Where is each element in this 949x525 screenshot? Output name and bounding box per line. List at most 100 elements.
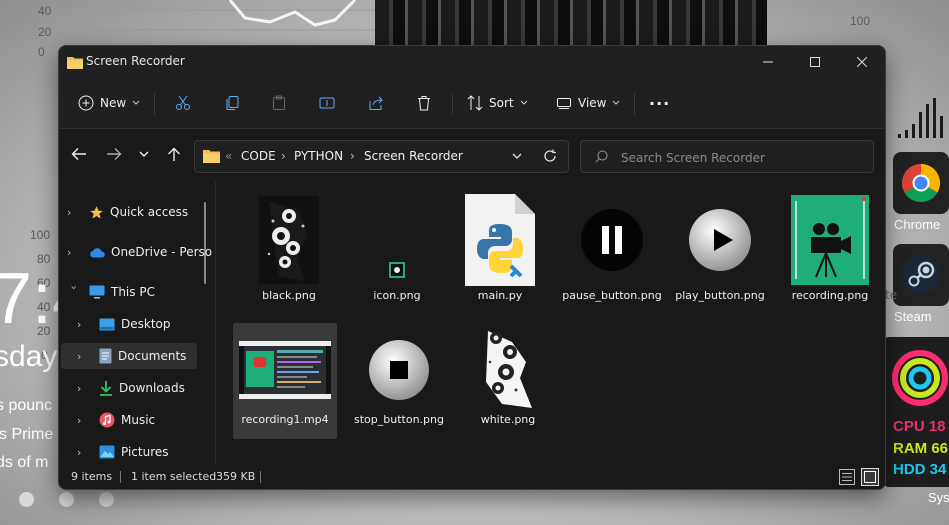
nav-item-documents[interactable]: › Documents bbox=[61, 343, 197, 369]
status-divider bbox=[120, 471, 121, 483]
new-button[interactable]: New bbox=[78, 90, 140, 116]
large-icons-view-icon[interactable] bbox=[861, 468, 879, 486]
recent-locations-chevron-icon[interactable] bbox=[139, 151, 149, 158]
breadcrumb-python[interactable]: PYTHON bbox=[294, 149, 343, 163]
chevron-right-icon[interactable]: › bbox=[67, 206, 81, 219]
file-thumbnail bbox=[448, 192, 552, 288]
address-history-chevron-icon[interactable] bbox=[512, 153, 522, 160]
file-item[interactable]: white.png bbox=[456, 323, 560, 439]
sort-button[interactable]: Sort bbox=[467, 90, 528, 116]
file-item[interactable]: play_button.png bbox=[668, 192, 772, 318]
details-view-icon[interactable] bbox=[839, 469, 855, 485]
file-item[interactable]: main.py bbox=[448, 192, 552, 318]
desktop-page-dot[interactable] bbox=[99, 492, 114, 507]
cloud-icon bbox=[90, 247, 105, 257]
chevron-right-icon[interactable]: › bbox=[77, 414, 91, 427]
view-icon bbox=[557, 98, 571, 109]
chevron-right-icon[interactable]: › bbox=[77, 318, 91, 331]
gears-black-thumbnail-icon bbox=[259, 196, 319, 284]
chevron-down-icon bbox=[520, 100, 527, 105]
chrome-shortcut[interactable] bbox=[893, 152, 949, 214]
desktop-page-dot[interactable] bbox=[19, 492, 34, 507]
back-arrow-icon[interactable] bbox=[71, 147, 87, 161]
forward-arrow-icon[interactable] bbox=[106, 147, 122, 161]
title-bar[interactable]: Screen Recorder bbox=[59, 46, 885, 78]
more-options-button[interactable]: ··· bbox=[649, 90, 670, 116]
file-name: recording1.mp4 bbox=[241, 413, 329, 426]
copy-button[interactable] bbox=[224, 90, 240, 116]
address-bar[interactable]: « CODE › PYTHON › Screen Recorder bbox=[194, 140, 569, 173]
chart-tick: 100 bbox=[30, 228, 51, 242]
sort-icon bbox=[467, 95, 483, 111]
chevron-right-icon[interactable]: › bbox=[77, 350, 91, 363]
pc-icon bbox=[89, 285, 105, 299]
breadcrumb-screen-recorder[interactable]: Screen Recorder bbox=[364, 149, 463, 163]
desktop-page-dot[interactable] bbox=[59, 492, 74, 507]
chevron-right-icon[interactable]: › bbox=[77, 382, 91, 395]
nav-item-this-pc[interactable]: › This PC bbox=[67, 279, 155, 305]
maximize-button[interactable] bbox=[792, 46, 838, 78]
view-button[interactable]: View bbox=[556, 90, 620, 116]
new-label: New bbox=[100, 96, 127, 110]
nav-item-onedrive[interactable]: › OneDrive - Perso bbox=[67, 239, 212, 265]
status-divider bbox=[260, 471, 261, 483]
steam-label: Steam bbox=[894, 309, 932, 324]
file-name: pause_button.png bbox=[562, 289, 662, 302]
search-input[interactable] bbox=[619, 141, 863, 174]
desktop-bar-graph bbox=[898, 96, 949, 138]
steam-shortcut[interactable] bbox=[893, 244, 949, 306]
nav-label: Pictures bbox=[121, 445, 169, 459]
file-name: stop_button.png bbox=[354, 413, 444, 426]
star-icon bbox=[90, 205, 103, 218]
file-item[interactable]: recording.png bbox=[778, 192, 882, 318]
file-thumbnail bbox=[237, 192, 341, 288]
minimize-icon bbox=[763, 61, 773, 63]
close-button[interactable] bbox=[839, 46, 885, 78]
file-name: recording.png bbox=[791, 289, 869, 302]
close-icon bbox=[857, 57, 867, 67]
rename-button[interactable] bbox=[319, 90, 337, 116]
nav-item-quick-access[interactable]: › Quick access bbox=[67, 199, 188, 225]
chrome-label: Chrome bbox=[894, 217, 941, 232]
search-box[interactable] bbox=[580, 140, 874, 174]
file-item[interactable]: icon.png bbox=[345, 192, 449, 318]
file-item[interactable]: pause_button.png bbox=[560, 192, 664, 318]
chevron-right-icon[interactable]: › bbox=[77, 446, 91, 459]
refresh-icon[interactable] bbox=[543, 149, 557, 163]
nav-label: This PC bbox=[111, 285, 155, 299]
share-button[interactable] bbox=[368, 90, 384, 116]
nav-item-downloads[interactable]: › Downloads bbox=[77, 375, 185, 401]
nav-item-music[interactable]: › Music bbox=[77, 407, 155, 433]
recording-small-thumbnail-icon bbox=[389, 262, 405, 278]
up-arrow-icon[interactable] bbox=[167, 147, 181, 162]
minimize-button[interactable] bbox=[745, 46, 791, 78]
file-item-selected[interactable]: recording1.mp4 bbox=[233, 323, 337, 439]
nav-item-pictures[interactable]: › Pictures bbox=[77, 439, 169, 465]
file-name: main.py bbox=[477, 289, 523, 302]
file-explorer-window: Screen Recorder New Sort View ··· « CODE… bbox=[58, 45, 886, 490]
nav-label: Documents bbox=[118, 349, 187, 363]
nav-item-desktop[interactable]: › Desktop bbox=[77, 311, 171, 337]
desktop-chart-topleft: 40 20 0 bbox=[0, 0, 60, 70]
file-item[interactable]: stop_button.png bbox=[347, 323, 451, 439]
breadcrumb-overflow[interactable]: « bbox=[225, 149, 232, 163]
status-size: 359 KB bbox=[216, 470, 256, 483]
breadcrumb-code[interactable]: CODE bbox=[241, 149, 276, 163]
paste-icon bbox=[273, 95, 285, 110]
copy-icon bbox=[226, 96, 239, 110]
file-name: white.png bbox=[480, 413, 536, 426]
delete-button[interactable] bbox=[416, 90, 432, 116]
nav-label: Music bbox=[121, 413, 156, 427]
python-file-icon bbox=[465, 194, 535, 286]
pause-button-thumbnail-icon bbox=[581, 209, 643, 271]
chevron-right-icon[interactable]: › bbox=[67, 246, 81, 259]
nav-label: Desktop bbox=[121, 317, 171, 331]
chart-tick: 100 bbox=[850, 14, 871, 28]
cut-button[interactable] bbox=[175, 90, 191, 116]
paste-button[interactable] bbox=[271, 90, 287, 116]
status-bar: 9 items 1 item selected 359 KB bbox=[59, 465, 885, 489]
play-button-thumbnail-icon bbox=[689, 209, 751, 271]
recording-thumbnail-icon bbox=[791, 195, 869, 285]
chevron-down-icon[interactable]: › bbox=[68, 285, 81, 299]
file-item[interactable]: black.png bbox=[237, 192, 341, 318]
